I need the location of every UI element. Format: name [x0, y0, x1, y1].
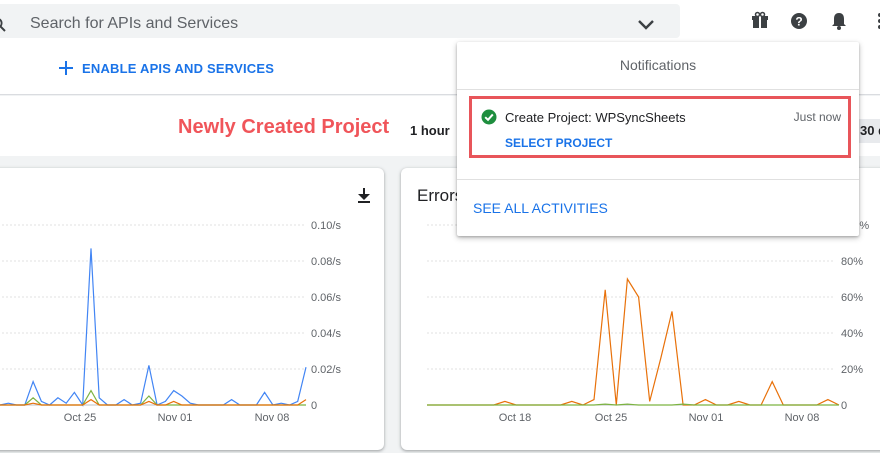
- series-line: [0, 248, 307, 407]
- more-vert-icon[interactable]: [870, 11, 880, 31]
- y-tick-label: 40%: [841, 328, 863, 340]
- enable-apis-label: ENABLE APIS AND SERVICES: [82, 60, 275, 76]
- x-tick-label: Oct 25: [595, 412, 627, 424]
- search-input[interactable]: [30, 12, 590, 36]
- x-tick-label: Nov 01: [158, 412, 193, 424]
- notification-title: Create Project: WPSyncSheets: [505, 110, 686, 125]
- y-tick-label: 0.06/s: [311, 292, 341, 304]
- top-bar: ?: [0, 0, 880, 42]
- series-line: [427, 403, 839, 406]
- series-line: [427, 277, 840, 406]
- annotation-label: Newly Created Project: [178, 116, 390, 138]
- y-tick-label: 0: [311, 400, 317, 412]
- y-tick-label: 0: [841, 400, 847, 412]
- notifications-header: Notifications: [457, 42, 859, 90]
- divider: [457, 179, 859, 180]
- x-tick-label: Oct 25: [64, 412, 96, 424]
- plus-icon: [59, 61, 73, 75]
- gift-icon[interactable]: [750, 11, 770, 31]
- check-circle-icon: [481, 109, 497, 125]
- select-project-link[interactable]: SELECT PROJECT: [505, 136, 612, 150]
- traffic-card: 0 0.02/s 0.04/s 0.06/s 0.08/s 0.10/s Oct 25 Nov…: [0, 168, 384, 450]
- notification-time: Just now: [793, 110, 841, 124]
- y-tick-label: 80%: [841, 256, 863, 268]
- y-tick-label: 0.04/s: [311, 328, 341, 340]
- help-icon[interactable]: ?: [789, 11, 809, 31]
- chevron-down-icon[interactable]: [636, 17, 656, 33]
- y-tick-label: 0.10/s: [311, 220, 341, 232]
- y-tick-label: 60%: [841, 292, 863, 304]
- time-range-1-hour[interactable]: 1 hour: [410, 123, 450, 138]
- x-tick-label: Nov 08: [785, 412, 820, 424]
- download-icon[interactable]: [355, 186, 373, 204]
- bell-icon[interactable]: [829, 11, 849, 31]
- enable-apis-button[interactable]: ENABLE APIS AND SERVICES: [58, 60, 274, 76]
- notification-item[interactable]: Create Project: WPSyncSheets Just now SE…: [469, 96, 851, 158]
- search-icon[interactable]: [0, 16, 8, 34]
- x-tick-label: Oct 18: [499, 412, 531, 424]
- notifications-panel: Notifications Create Project: WPSyncShee…: [457, 42, 859, 236]
- y-tick-label: 0.08/s: [311, 256, 341, 268]
- search-bar[interactable]: [0, 4, 680, 38]
- y-tick-label: 20%: [841, 364, 863, 376]
- see-all-activities-link[interactable]: SEE ALL ACTIVITIES: [473, 200, 608, 216]
- x-tick-label: Nov 08: [255, 412, 290, 424]
- traffic-chart: 0 0.02/s 0.04/s 0.06/s 0.08/s 0.10/s Oct 25 Nov…: [0, 220, 341, 424]
- x-tick-label: Nov 01: [689, 412, 724, 424]
- y-tick-label: 0.02/s: [311, 364, 341, 376]
- svg-text:?: ?: [795, 15, 802, 29]
